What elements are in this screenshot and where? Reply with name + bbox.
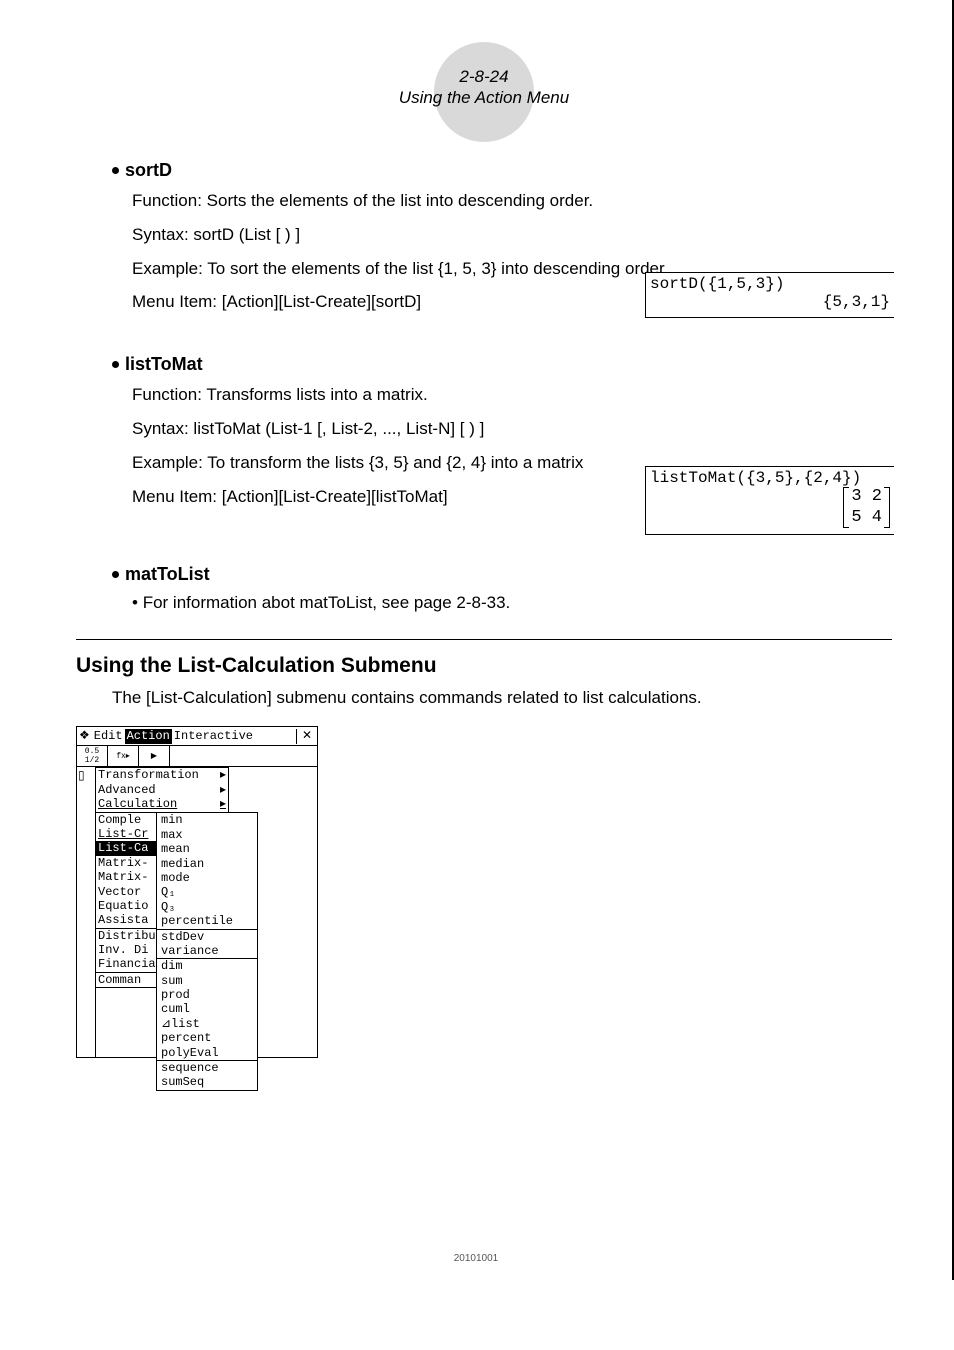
page-header: 2-8-24 Using the Action Menu <box>76 30 892 130</box>
submenu-mode[interactable]: mode <box>157 871 257 885</box>
submenu-dim[interactable]: dim <box>157 958 257 973</box>
list-calculation-intro: The [List-Calculation] submenu contains … <box>112 688 892 708</box>
listtomat-section: listToMat Function: Transforms lists int… <box>76 354 892 508</box>
listtomat-function: Function: Transforms lists into a matrix… <box>132 383 892 407</box>
matrix-row-1: 3 2 <box>851 487 882 507</box>
list-calculation-heading: Using the List-Calculation Submenu <box>76 654 892 678</box>
menubar-app-icon[interactable]: ❖ <box>77 729 92 743</box>
close-icon[interactable]: ✕ <box>296 729 317 743</box>
submenu-q3[interactable]: Q₃ <box>157 900 257 914</box>
listtomat-title: listToMat <box>125 354 203 374</box>
submenu-variance[interactable]: variance <box>157 944 257 958</box>
menu-transformation[interactable]: Transformation▸ <box>96 768 228 782</box>
menu-screenshot: ❖ Edit Action Interactive ✕ 0.51/2 fx▸ ▶… <box>76 726 892 1058</box>
menubar: ❖ Edit Action Interactive ✕ <box>77 727 317 746</box>
toolbar-btn-1[interactable]: 0.51/2 <box>77 746 108 766</box>
menu-calculation[interactable]: Calculation▸ <box>96 797 228 811</box>
listtomat-heading: listToMat <box>112 354 892 375</box>
submenu-max[interactable]: max <box>157 828 257 842</box>
matrix-row-2: 5 4 <box>851 508 882 528</box>
submenu-q1[interactable]: Q₁ <box>157 885 257 899</box>
listtomat-calc-output: 3 2 5 4 <box>650 487 890 528</box>
menubar-action[interactable]: Action <box>125 729 172 743</box>
toolbar-btn-2[interactable]: fx▸ <box>108 746 139 766</box>
mattolist-title: matToList <box>125 564 210 584</box>
toolbar: 0.51/2 fx▸ ▶ <box>77 746 317 767</box>
sortd-syntax: Syntax: sortD (List [ ) ] <box>132 223 892 247</box>
sortd-function: Function: Sorts the elements of the list… <box>132 189 892 213</box>
listtomat-calc-display: listToMat({3,5},{2,4}) 3 2 5 4 <box>645 466 894 535</box>
menubar-interactive[interactable]: Interactive <box>172 729 255 743</box>
chapter-title: Using the Action Menu <box>399 88 569 108</box>
submenu-percentile[interactable]: percentile <box>157 914 257 928</box>
submenu-prod[interactable]: prod <box>157 988 257 1002</box>
sortd-calc-display: sortD({1,5,3}) {5,3,1} <box>645 272 894 318</box>
menu-advanced[interactable]: Advanced▸ <box>96 783 228 797</box>
submenu-stddev[interactable]: stdDev <box>157 929 257 944</box>
footer-number: 20101001 <box>454 1253 499 1264</box>
submenu-sequence[interactable]: sequence <box>157 1060 257 1075</box>
submenu-sumseq[interactable]: sumSeq <box>157 1075 257 1089</box>
listtomat-calc-input: listToMat({3,5},{2,4}) <box>650 469 890 487</box>
listtomat-syntax: Syntax: listToMat (List-1 [, List-2, ...… <box>132 417 892 441</box>
list-calculation-submenu: min max mean median mode Q₁ Q₃ percentil… <box>156 812 258 1090</box>
submenu-median[interactable]: median <box>157 857 257 871</box>
submenu-polyeval[interactable]: polyEval <box>157 1046 257 1060</box>
sortd-section: sortD Function: Sorts the elements of th… <box>76 160 892 314</box>
mattolist-section: matToList For information abot matToList… <box>76 564 892 613</box>
submenu-mean[interactable]: mean <box>157 842 257 856</box>
toolbar-btn-3[interactable]: ▶ <box>139 746 170 766</box>
mattolist-note: For information abot matToList, see page… <box>132 593 892 613</box>
sortd-title: sortD <box>125 160 172 180</box>
input-area[interactable]: ▯ <box>77 767 96 1057</box>
mattolist-heading: matToList <box>112 564 892 585</box>
sortd-calc-output: {5,3,1} <box>650 293 890 311</box>
submenu-cuml[interactable]: cuml <box>157 1002 257 1016</box>
menubar-edit[interactable]: Edit <box>92 729 125 743</box>
sortd-calc-input: sortD({1,5,3}) <box>650 275 890 293</box>
submenu-dlist[interactable]: ⊿list <box>157 1017 257 1031</box>
submenu-min[interactable]: min <box>157 813 257 827</box>
submenu-percent[interactable]: percent <box>157 1031 257 1045</box>
section-divider <box>76 639 892 640</box>
chapter-number: 2-8-24 <box>459 67 508 87</box>
sortd-heading: sortD <box>112 160 892 181</box>
submenu-sum[interactable]: sum <box>157 974 257 988</box>
